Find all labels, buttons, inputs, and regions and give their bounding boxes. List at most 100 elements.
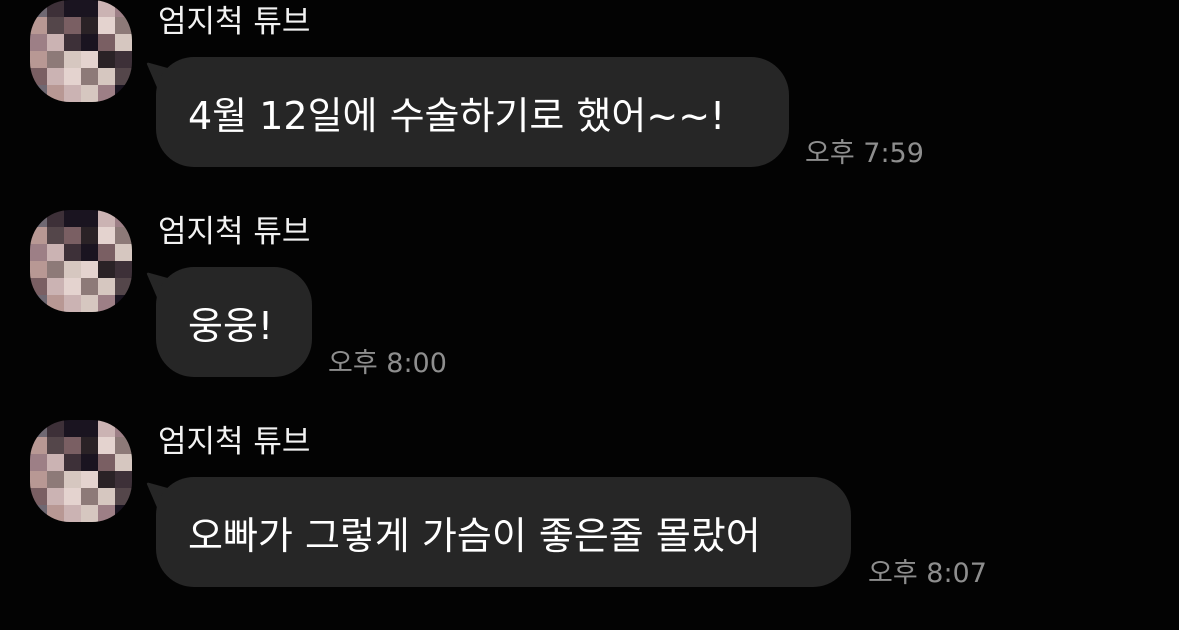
avatar-pixel	[98, 68, 115, 85]
avatar-pixel	[81, 295, 98, 312]
avatar-pixel	[64, 295, 81, 312]
message-bubble[interactable]: 4월 12일에 수술하기로 했어~~!	[156, 57, 789, 167]
avatar-pixel	[81, 17, 98, 34]
avatar-pixel	[115, 17, 132, 34]
avatar-pixel	[47, 244, 64, 261]
message-bubble[interactable]: 오빠가 그렇게 가슴이 좋은줄 몰랐어	[156, 477, 851, 587]
message-text: 4월 12일에 수술하기로 했어~~!	[188, 93, 726, 138]
avatar[interactable]	[30, 210, 132, 312]
chat-thread: 엄지척 튜브 4월 12일에 수술하기로 했어~~! 오후 7:59 엄지척 튜…	[0, 0, 1179, 630]
avatar-pixel	[115, 51, 132, 68]
avatar-pixel	[30, 454, 47, 471]
avatar-pixel	[81, 261, 98, 278]
avatar-pixel	[81, 34, 98, 51]
avatar-pixel	[30, 505, 47, 522]
avatar-pixel	[81, 68, 98, 85]
avatar-pixel	[47, 68, 64, 85]
avatar-pixel	[98, 488, 115, 505]
avatar-pixel	[30, 34, 47, 51]
avatar-pixel	[30, 0, 47, 17]
avatar-pixel	[81, 51, 98, 68]
avatar-pixel	[64, 51, 81, 68]
avatar-pixel	[64, 68, 81, 85]
avatar-pixel	[30, 244, 47, 261]
avatar-pixel	[64, 0, 81, 17]
avatar-pixel	[47, 420, 64, 437]
avatar-pixel	[81, 227, 98, 244]
avatar-pixel	[115, 278, 132, 295]
avatar[interactable]	[30, 420, 132, 522]
avatar-pixel	[30, 278, 47, 295]
avatar-pixel	[30, 210, 47, 227]
avatar-pixel	[64, 261, 81, 278]
avatar-pixel	[64, 420, 81, 437]
avatar-pixel	[81, 471, 98, 488]
avatar-pixel	[81, 0, 98, 17]
avatar[interactable]	[30, 0, 132, 102]
message-bubble[interactable]: 웅웅!	[156, 267, 312, 377]
avatar-pixel	[115, 85, 132, 102]
avatar-pixel	[47, 454, 64, 471]
message-text: 오빠가 그렇게 가슴이 좋은줄 몰랐어	[188, 513, 761, 558]
avatar-pixel	[115, 210, 132, 227]
avatar-pixel	[47, 34, 64, 51]
avatar-pixel	[30, 17, 47, 34]
avatar-pixel	[115, 295, 132, 312]
message-timestamp: 오후 8:00	[328, 348, 447, 379]
avatar-pixel	[30, 68, 47, 85]
avatar-pixel	[81, 278, 98, 295]
avatar-pixel	[64, 17, 81, 34]
avatar-pixel	[47, 488, 64, 505]
avatar-pixel	[47, 85, 64, 102]
avatar-pixel	[30, 227, 47, 244]
avatar-pixel	[98, 227, 115, 244]
avatar-pixel	[98, 437, 115, 454]
avatar-pixel	[81, 210, 98, 227]
avatar-pixel	[30, 51, 47, 68]
avatar-pixel	[81, 505, 98, 522]
avatar-pixel	[115, 261, 132, 278]
avatar-pixel	[98, 0, 115, 17]
avatar-pixel	[81, 85, 98, 102]
avatar-pixel	[98, 17, 115, 34]
avatar-pixel	[115, 227, 132, 244]
avatar-pixel	[64, 488, 81, 505]
avatar-pixel	[98, 420, 115, 437]
avatar-pixel	[47, 227, 64, 244]
avatar-pixel	[47, 261, 64, 278]
avatar-pixel	[47, 17, 64, 34]
avatar-pixel	[98, 278, 115, 295]
avatar-pixel	[64, 85, 81, 102]
avatar-pixel	[81, 488, 98, 505]
message-timestamp: 오후 8:07	[868, 558, 987, 589]
avatar-pixel	[98, 454, 115, 471]
sender-name: 엄지척 튜브	[158, 4, 311, 40]
avatar-pixel	[64, 505, 81, 522]
message-timestamp: 오후 7:59	[805, 138, 924, 169]
avatar-pixel	[30, 295, 47, 312]
avatar-pixel	[81, 244, 98, 261]
avatar-pixel	[30, 488, 47, 505]
avatar-pixel	[115, 454, 132, 471]
avatar-pixel	[81, 420, 98, 437]
avatar-pixel	[47, 471, 64, 488]
avatar-pixel	[30, 85, 47, 102]
avatar-pixel	[98, 210, 115, 227]
avatar-pixel	[64, 210, 81, 227]
avatar-pixel	[47, 51, 64, 68]
avatar-pixel	[98, 295, 115, 312]
avatar-pixel	[98, 51, 115, 68]
avatar-pixel	[115, 471, 132, 488]
avatar-pixel	[115, 420, 132, 437]
avatar-pixel	[98, 244, 115, 261]
avatar-pixel	[64, 244, 81, 261]
sender-name: 엄지척 튜브	[158, 214, 311, 250]
avatar-pixel	[98, 505, 115, 522]
avatar-pixel	[115, 437, 132, 454]
avatar-pixel	[64, 278, 81, 295]
avatar-pixel	[115, 244, 132, 261]
avatar-pixel	[47, 505, 64, 522]
avatar-pixel	[98, 34, 115, 51]
avatar-pixel	[64, 471, 81, 488]
avatar-pixel	[47, 210, 64, 227]
